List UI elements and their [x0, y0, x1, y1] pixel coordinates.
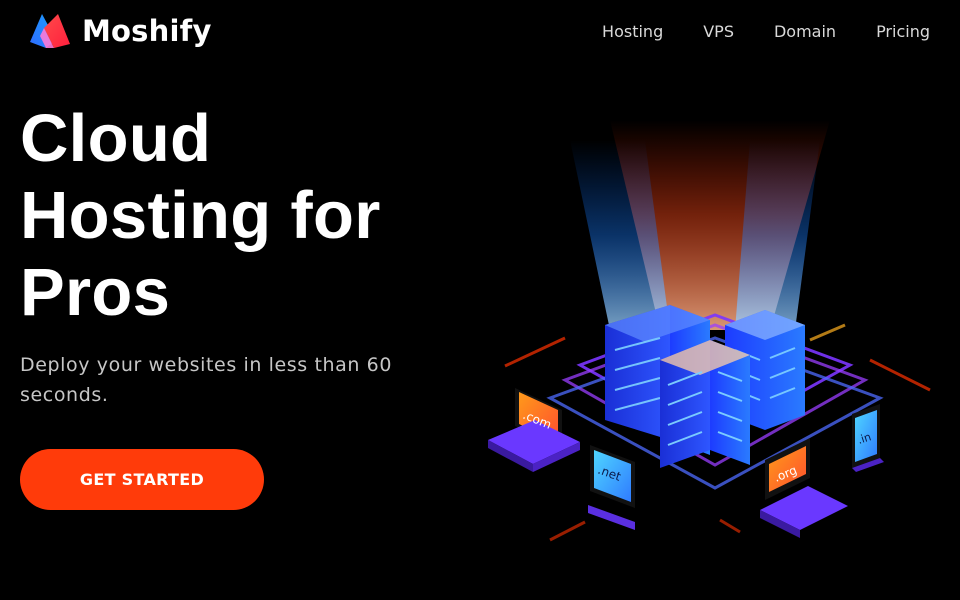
brand-name: Moshify — [82, 14, 212, 48]
server-rack-center — [660, 340, 750, 468]
nav-link-vps[interactable]: VPS — [703, 22, 734, 41]
top-navigation: Moshify Hosting VPS Domain Pricing — [0, 0, 960, 64]
nav-link-domain[interactable]: Domain — [774, 22, 836, 41]
tablet-net-device: .net — [588, 445, 635, 530]
get-started-button[interactable]: GET STARTED — [20, 449, 264, 510]
hero-subtitle: Deploy your websites in less than 60 sec… — [20, 354, 393, 406]
moshify-logo-icon — [30, 14, 70, 48]
hero-title: Cloud Hosting for Pros — [20, 101, 381, 330]
phone-in-device: .in — [852, 404, 884, 472]
nav-link-pricing[interactable]: Pricing — [876, 22, 930, 41]
server-cloud-illustration: .com .net .org .in — [488, 120, 931, 542]
blue-light-beam-right — [735, 140, 820, 330]
nav-link-hosting[interactable]: Hosting — [602, 22, 663, 41]
laptop-org-device: .org — [760, 438, 848, 538]
laptop-com-device: .com — [488, 388, 580, 472]
brand-logo[interactable]: Moshify — [28, 12, 212, 50]
main-menu: Hosting VPS Domain Pricing — [602, 22, 930, 41]
